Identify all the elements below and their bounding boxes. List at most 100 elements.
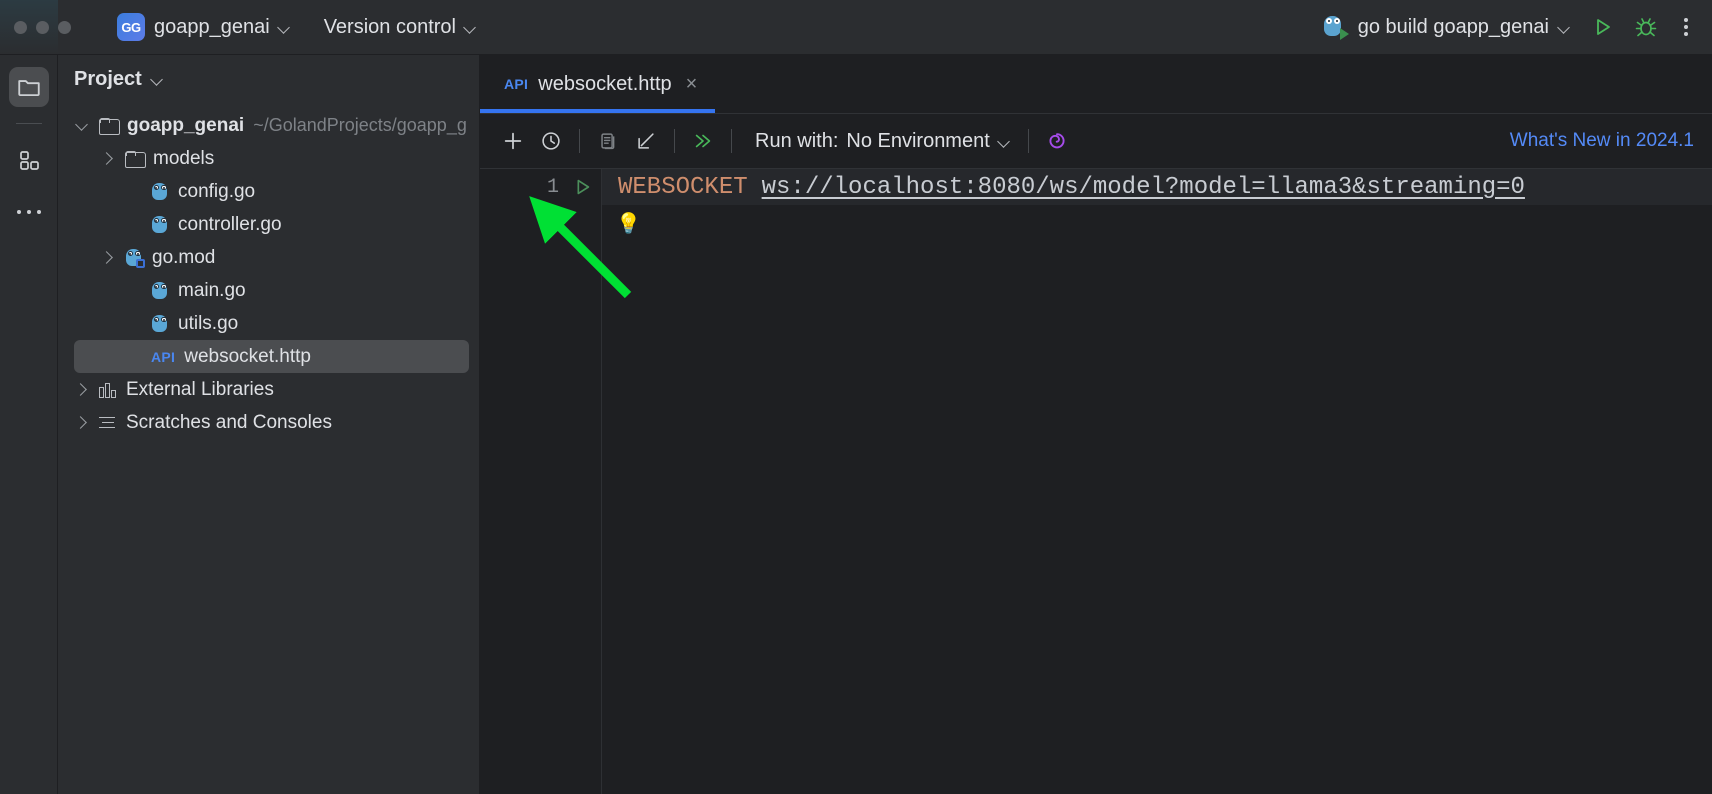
gutter-line-1: 1: [480, 169, 601, 205]
sidebar-more-button[interactable]: [9, 192, 49, 232]
tab-label: websocket.http: [538, 73, 671, 96]
editor-tab-bar: API websocket.http ×: [480, 55, 1712, 113]
folder-icon: [125, 151, 144, 167]
chevron-right-icon[interactable]: [74, 382, 90, 398]
project-panel-header[interactable]: Project: [58, 55, 479, 103]
plus-icon: [502, 130, 524, 152]
environment-value: No Environment: [846, 130, 989, 153]
ai-assistant-icon: [1045, 129, 1069, 153]
maximize-window-button[interactable]: [58, 21, 71, 34]
sidebar-item-structure[interactable]: [9, 140, 49, 180]
debug-icon: [1634, 15, 1658, 39]
tree-node-main-go[interactable]: main.go: [58, 274, 479, 307]
debug-button[interactable]: [1634, 15, 1658, 39]
request-history-button[interactable]: [532, 122, 570, 160]
chevron-right-icon[interactable]: [74, 415, 90, 431]
tree-node-label: go.mod: [152, 247, 215, 269]
add-request-button[interactable]: [494, 122, 532, 160]
tree-node-utils-go[interactable]: utils.go: [58, 307, 479, 340]
sidebar-item-project[interactable]: [9, 67, 49, 107]
ellipsis-dot: [17, 210, 21, 214]
main-body: Project goapp_genai ~/GolandProjects/goap…: [0, 55, 1712, 794]
rail-divider: [16, 123, 42, 124]
run-configuration-selector[interactable]: go build goapp_genai: [1322, 14, 1570, 40]
intention-bulb-row: 💡: [602, 205, 1712, 241]
tree-spacer: [126, 349, 142, 365]
ellipsis-dot: [1684, 25, 1688, 29]
line-number: 1: [547, 176, 559, 199]
editor-gutter: 1: [480, 169, 602, 794]
ellipsis-dot: [1684, 32, 1688, 36]
run-all-requests-button[interactable]: [684, 122, 722, 160]
chevron-down-icon: [465, 22, 476, 33]
tree-node-label: websocket.http: [184, 346, 311, 368]
ellipsis-dot: [37, 210, 41, 214]
go-file-icon: [151, 281, 169, 300]
run-icon: [1590, 15, 1614, 39]
run-request-gutter-button[interactable]: [571, 176, 593, 198]
lightbulb-icon[interactable]: 💡: [616, 211, 641, 236]
chevron-down-icon: [999, 136, 1010, 147]
window-traffic-lights[interactable]: [14, 21, 71, 34]
chevron-right-icon[interactable]: [100, 151, 116, 167]
tree-node-path: ~/GolandProjects/goapp_g: [253, 115, 467, 136]
tree-node-go-mod[interactable]: go.mod: [58, 241, 479, 274]
tree-node-external-libraries[interactable]: External Libraries: [58, 373, 479, 406]
tree-spacer: [126, 316, 142, 332]
project-panel-title: Project: [74, 68, 142, 91]
toolbar-divider: [731, 129, 732, 153]
close-icon[interactable]: ×: [686, 73, 698, 96]
run-icon: [571, 176, 593, 198]
libraries-icon: [99, 382, 117, 398]
tree-node-scratches-and-consoles[interactable]: Scratches and Consoles: [58, 406, 479, 439]
project-tool-window: Project goapp_genai ~/GolandProjects/goap…: [58, 55, 480, 794]
goland-window: GG goapp_genai Version control go build …: [0, 0, 1712, 794]
chevron-right-icon[interactable]: [100, 250, 116, 266]
go-file-icon: [151, 182, 169, 201]
chevron-down-icon: [152, 74, 163, 85]
code-content[interactable]: WEBSOCKET ws://localhost:8080/ws/model?m…: [602, 169, 1712, 794]
chevron-down-icon: [279, 22, 290, 33]
editor-area: API websocket.http ×: [480, 55, 1712, 794]
toolbar-divider: [674, 129, 675, 153]
http-client-toolbar: Run with: No Environment What's New in 2…: [480, 113, 1712, 169]
examples-button[interactable]: [589, 122, 627, 160]
folder-icon: [16, 74, 42, 100]
toolbar-divider: [579, 129, 580, 153]
request-line[interactable]: WEBSOCKET ws://localhost:8080/ws/model?m…: [602, 169, 1712, 205]
ellipsis-dot: [1684, 18, 1688, 22]
version-control-label: Version control: [324, 16, 456, 39]
http-method-keyword: WEBSOCKET: [618, 174, 748, 201]
chevron-down-icon[interactable]: [74, 118, 90, 134]
convert-request-button[interactable]: [627, 122, 665, 160]
tree-node-label: utils.go: [178, 313, 238, 335]
whats-new-link[interactable]: What's New in 2024.1: [1510, 130, 1694, 152]
go-mod-icon: [125, 248, 143, 267]
tree-node-websocket-http[interactable]: APIwebsocket.http: [74, 340, 469, 373]
version-control-menu[interactable]: Version control: [324, 16, 476, 39]
run-button[interactable]: [1590, 15, 1614, 39]
toolbar-divider: [1028, 129, 1029, 153]
close-window-button[interactable]: [14, 21, 27, 34]
tree-node-models[interactable]: models: [58, 142, 479, 175]
ai-assistant-button[interactable]: [1038, 122, 1076, 160]
request-url[interactable]: ws://localhost:8080/ws/model?model=llama…: [762, 174, 1525, 201]
tree-node-controller-go[interactable]: controller.go: [58, 208, 479, 241]
environment-selector[interactable]: No Environment: [846, 130, 1009, 153]
import-arrow-icon: [635, 130, 657, 152]
left-tool-rail: [0, 55, 58, 794]
history-icon: [540, 130, 562, 152]
tree-node-label: External Libraries: [126, 379, 274, 401]
go-file-icon: [151, 215, 169, 234]
code-editor[interactable]: 1 WEBSOCKET ws://localhost:8080/ws/model…: [480, 169, 1712, 794]
more-options-button[interactable]: [1678, 18, 1694, 36]
tab-websocket-http[interactable]: API websocket.http ×: [480, 55, 715, 113]
go-gopher-run-icon: [1322, 14, 1348, 40]
tree-node-label: models: [153, 148, 214, 170]
tree-node-label: goapp_genai: [127, 115, 244, 137]
minimize-window-button[interactable]: [36, 21, 49, 34]
tree-spacer: [126, 217, 142, 233]
tree-node-goapp-genai[interactable]: goapp_genai ~/GolandProjects/goapp_g: [58, 109, 479, 142]
tree-node-config-go[interactable]: config.go: [58, 175, 479, 208]
project-selector[interactable]: GG goapp_genai: [109, 9, 298, 45]
